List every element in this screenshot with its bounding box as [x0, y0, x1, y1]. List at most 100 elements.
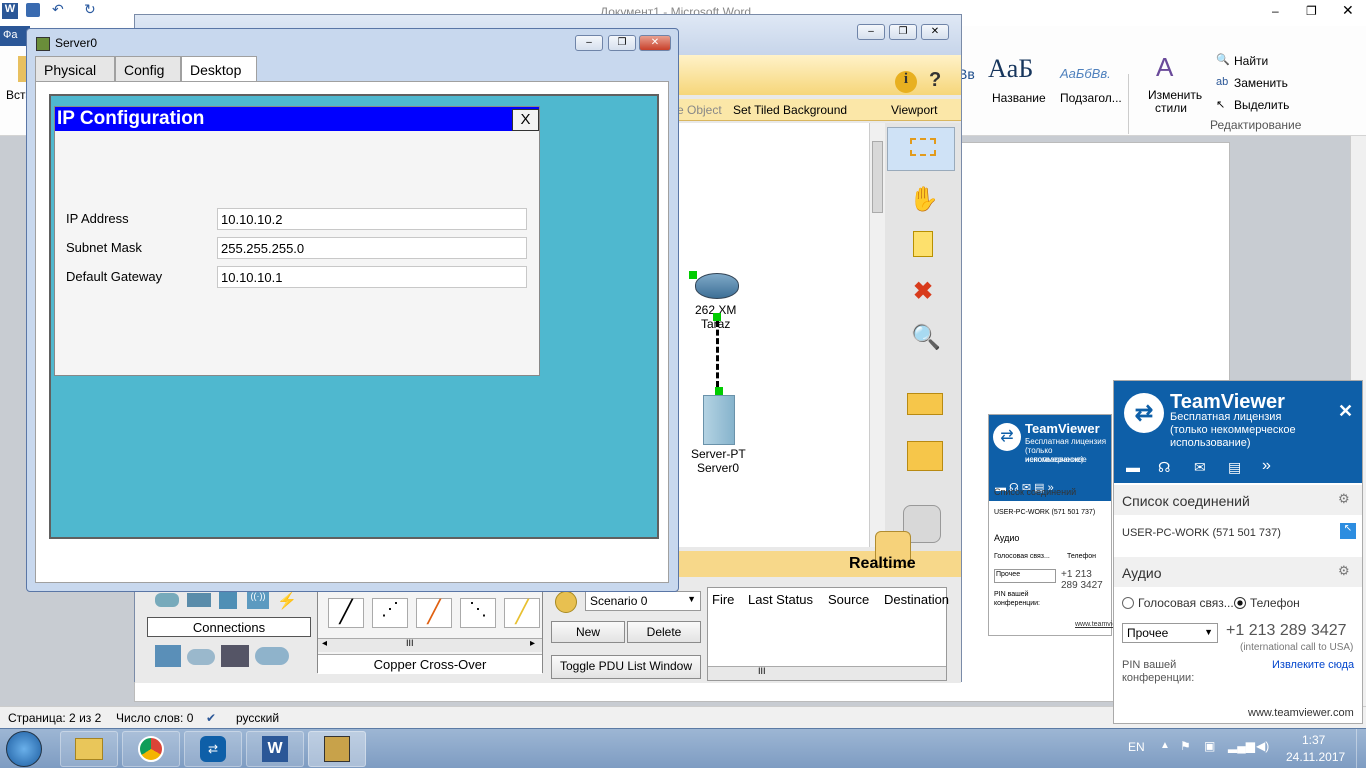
tv-small-voice[interactable]: Голосовая связ... — [994, 553, 1050, 560]
wan-emulation-icon[interactable] — [187, 649, 215, 665]
subnet-mask-field[interactable]: 255.255.255.0 — [217, 237, 527, 259]
word-icon[interactable]: W — [2, 3, 18, 19]
workspace-scrollbar[interactable] — [869, 123, 885, 547]
info-icon[interactable]: i — [895, 71, 917, 93]
style-sample-title[interactable]: AaБ — [988, 54, 1033, 84]
crossover-cable-icon[interactable]: ⋰ — [372, 598, 408, 628]
tv-phone-radio[interactable] — [1234, 597, 1246, 609]
restore-icon[interactable]: ❐ — [1306, 4, 1317, 18]
tray-flag-icon[interactable]: ⚑ — [1180, 739, 1191, 753]
tv-region-select[interactable]: Прочее ▼ — [1122, 623, 1218, 643]
dialog-minimize-icon[interactable]: – — [575, 35, 603, 51]
styles-scroll[interactable] — [1128, 74, 1140, 134]
dialog-close-icon[interactable]: ✕ — [639, 35, 671, 51]
minimize-icon[interactable]: – — [1272, 4, 1279, 18]
tray-device-icon[interactable]: ▣ — [1204, 739, 1215, 753]
change-styles-label[interactable]: Изменить — [1148, 88, 1202, 102]
undo-icon[interactable]: ↶ — [52, 1, 64, 18]
change-styles-icon[interactable]: A — [1156, 52, 1173, 83]
redo-icon[interactable]: ↻ — [84, 1, 96, 18]
tab-desktop[interactable]: Desktop — [181, 56, 257, 83]
taskbar-chrome[interactable] — [122, 731, 180, 767]
note-tool-icon[interactable] — [913, 231, 933, 257]
router-icon[interactable] — [695, 273, 739, 299]
custom-device-icon[interactable] — [221, 645, 249, 667]
taskbar-explorer[interactable] — [60, 731, 118, 767]
tv-partner-entry[interactable]: USER-PC-WORK (571 501 737) — [1122, 527, 1281, 539]
tv-small-phone[interactable]: Телефон — [1067, 553, 1096, 560]
pdu-scrollbar[interactable]: III — [708, 666, 946, 680]
crossover-link[interactable] — [716, 321, 719, 387]
tv-extract-link[interactable]: Извлеките сюда — [1272, 659, 1354, 671]
viewport-button[interactable]: Viewport — [891, 103, 937, 117]
style-subtitle-label[interactable]: Подзагол... — [1060, 91, 1122, 105]
tv-close-icon[interactable]: ✕ — [1338, 401, 1353, 422]
delete-object-button[interactable]: e Object — [677, 103, 722, 117]
server-icon[interactable] — [703, 395, 735, 445]
inspect-tool-icon[interactable]: 🔍 — [911, 323, 941, 352]
style-title-label[interactable]: Название — [992, 91, 1046, 105]
tv-audio-gear-icon[interactable]: ⚙ — [1338, 563, 1350, 579]
end-device-icon[interactable] — [155, 645, 181, 667]
keyboard-language[interactable]: EN — [1128, 740, 1145, 754]
select-button[interactable]: Выделить — [1234, 98, 1289, 112]
change-styles-label-2[interactable]: стили — [1155, 101, 1187, 115]
wireless-category-icon[interactable]: ((·)) — [247, 591, 269, 609]
show-desktop-button[interactable] — [1356, 729, 1366, 769]
fiber-cable-icon[interactable]: ╱ — [416, 598, 452, 628]
style-sample-subtitle[interactable]: AaБбВв. — [1060, 66, 1111, 81]
replace-button[interactable]: Заменить — [1234, 76, 1288, 90]
taskbar-packet-tracer[interactable] — [308, 731, 366, 767]
volume-icon[interactable]: ◀) — [1256, 739, 1269, 753]
switch-category-icon[interactable] — [187, 593, 211, 607]
phone-cable-icon[interactable]: ⋱ — [460, 598, 496, 628]
col-fire[interactable]: Fire — [712, 592, 734, 607]
status-page[interactable]: Страница: 2 из 2 — [8, 711, 101, 725]
help-icon[interactable]: ? — [929, 69, 941, 92]
delete-scenario-button[interactable]: Delete — [627, 621, 701, 643]
tv-site-link[interactable]: www.teamviewer.com — [1248, 707, 1354, 719]
ip-config-close-button[interactable]: X — [512, 109, 539, 131]
scenario-select[interactable]: Scenario 0 ▼ — [585, 591, 701, 611]
tv-connect-icon[interactable]: ↖ — [1340, 523, 1356, 539]
device-category-icons[interactable]: ((·)) ⚡ — [155, 591, 305, 613]
col-destination[interactable]: Destination — [884, 592, 949, 607]
tv-voice-radio[interactable] — [1122, 597, 1134, 609]
taskbar-word[interactable]: W — [246, 731, 304, 767]
delete-tool-icon[interactable]: ✖ — [913, 277, 933, 306]
tv-chat-icon[interactable]: ✉ — [1194, 459, 1206, 476]
multiuser-icon[interactable] — [255, 647, 289, 665]
network-icon[interactable]: ▂▄▆ — [1228, 739, 1255, 753]
spellcheck-icon[interactable]: ✔ — [206, 711, 216, 725]
default-gateway-field[interactable]: 10.10.10.1 — [217, 266, 527, 288]
tv-connections-gear-icon[interactable]: ⚙ — [1338, 491, 1350, 507]
taskbar-teamviewer[interactable]: ⇄ — [184, 731, 242, 767]
pt-restore-icon[interactable]: ❐ — [889, 24, 917, 40]
cable-scrollbar[interactable]: ◂ III ▸ — [318, 638, 542, 652]
pt-minimize-icon[interactable]: – — [857, 24, 885, 40]
tv-video-icon[interactable]: ▬ — [1126, 459, 1140, 475]
tab-physical[interactable]: Physical — [35, 56, 115, 82]
ip-address-field[interactable]: 10.10.10.2 — [217, 208, 527, 230]
add-complex-pdu-icon[interactable] — [907, 441, 943, 471]
coaxial-cable-icon[interactable]: ╱ — [504, 598, 540, 628]
router-category-icon[interactable] — [155, 593, 179, 607]
add-simple-pdu-icon[interactable] — [907, 393, 943, 415]
select-tool[interactable] — [887, 127, 955, 171]
hub-category-icon[interactable] — [219, 591, 237, 609]
clock-date[interactable]: 24.11.2017 — [1286, 750, 1345, 764]
realtime-label[interactable]: Realtime — [849, 555, 916, 573]
end-device-icons[interactable] — [155, 641, 315, 671]
close-icon[interactable]: ✕ — [1342, 2, 1354, 19]
save-icon[interactable] — [26, 3, 40, 17]
status-language[interactable]: русский — [236, 711, 279, 725]
tv-files-icon[interactable]: ▤ — [1228, 459, 1241, 476]
straight-cable-icon[interactable]: ╱ — [328, 598, 364, 628]
tab-config[interactable]: Config — [115, 56, 181, 82]
set-tiled-background-button[interactable]: Set Tiled Background — [733, 103, 847, 117]
tv-small-partner[interactable]: USER-PC-WORK (571 501 737) — [994, 509, 1095, 516]
tv-more-icon[interactable]: » — [1262, 457, 1271, 475]
tray-expand-icon[interactable]: ▲ — [1160, 740, 1170, 751]
col-source[interactable]: Source — [828, 592, 869, 607]
clock-time[interactable]: 1:37 — [1302, 733, 1325, 747]
